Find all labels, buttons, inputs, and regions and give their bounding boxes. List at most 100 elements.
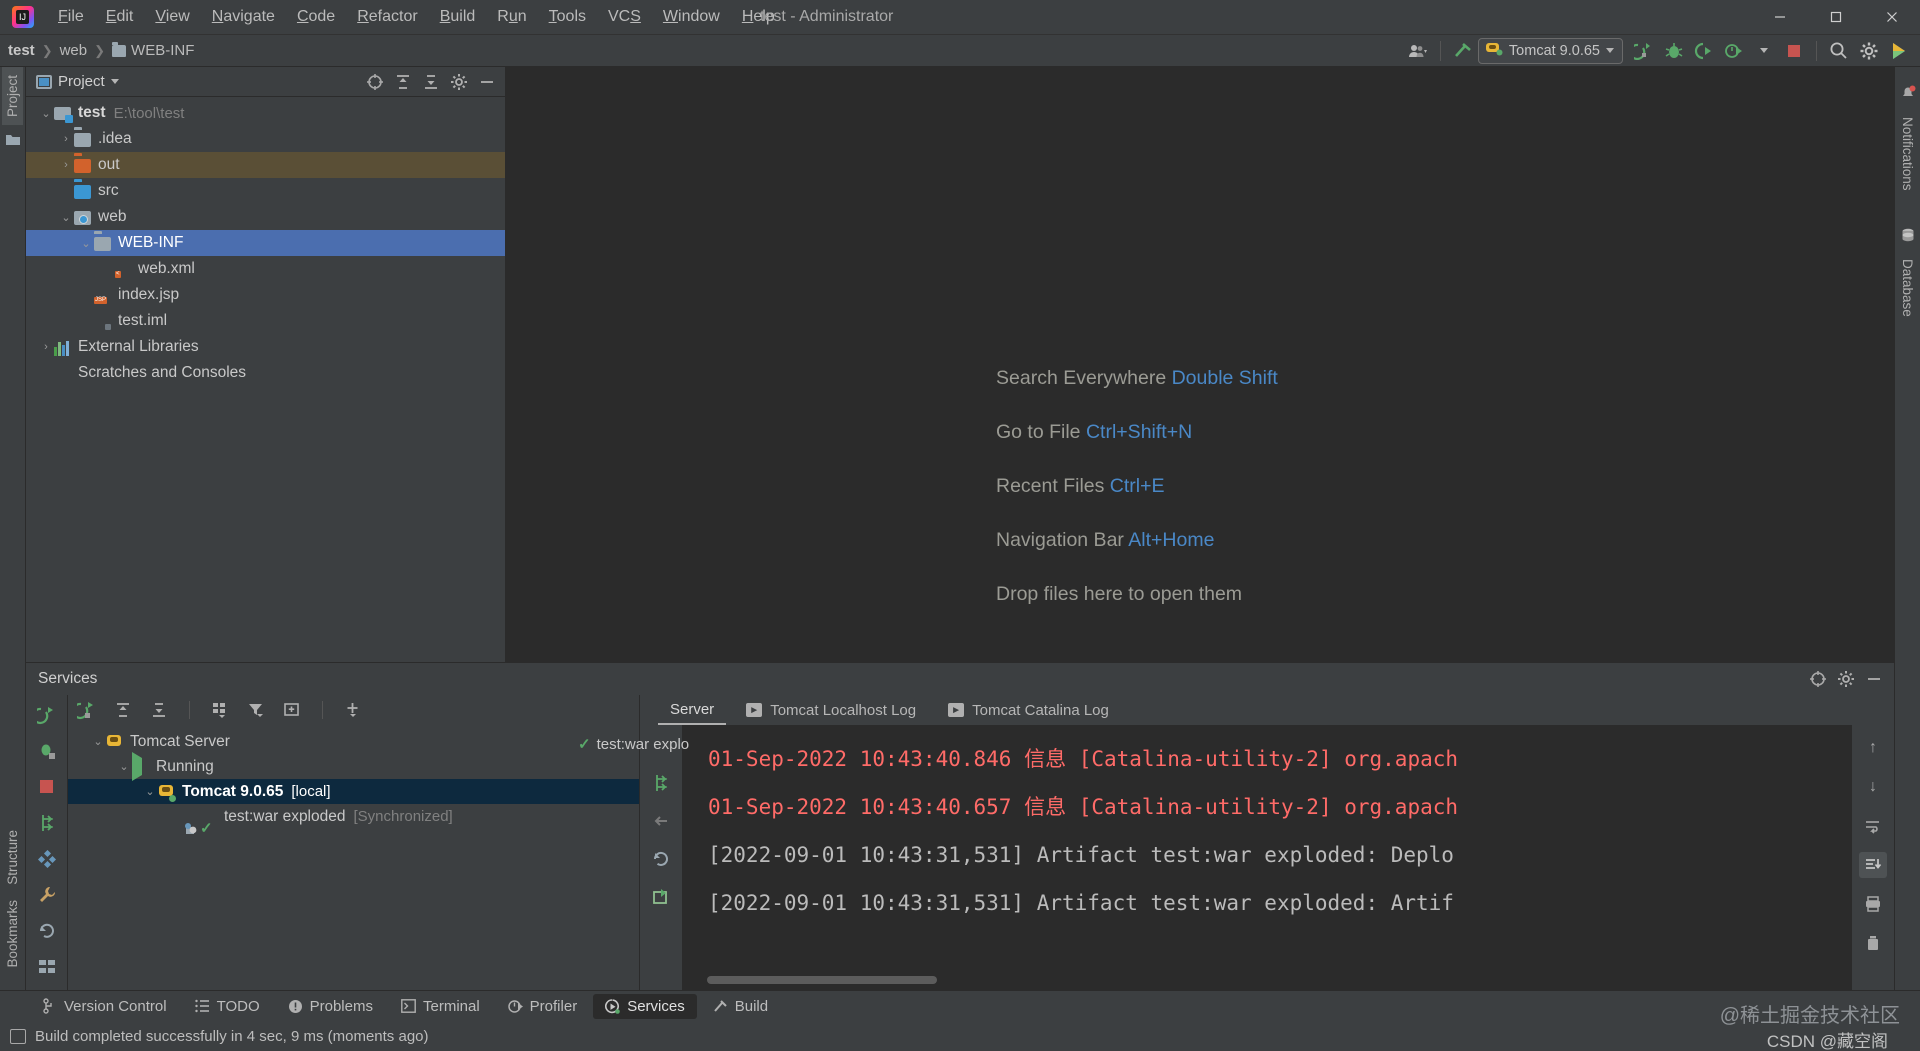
tree-node-scratches-and-consoles[interactable]: Scratches and Consoles <box>26 360 505 386</box>
menu-file[interactable]: File <box>48 4 94 30</box>
debug-icon[interactable] <box>34 739 60 763</box>
menu-refactor[interactable]: Refactor <box>347 4 427 30</box>
print-icon[interactable] <box>1859 891 1887 917</box>
sidebar-item-project[interactable]: Project <box>2 67 23 126</box>
chevron-down-icon[interactable]: ⌄ <box>78 237 94 250</box>
rerun-icon[interactable] <box>74 698 100 722</box>
sidebar-item-bookmarks[interactable]: Bookmarks <box>2 892 23 976</box>
rerun-icon[interactable] <box>34 703 60 727</box>
chevron-right-icon[interactable]: › <box>38 341 54 353</box>
collapse-all-icon[interactable] <box>419 71 443 93</box>
add-tab-icon[interactable] <box>279 698 305 722</box>
run-icon[interactable] <box>1629 38 1659 64</box>
hide-panel-icon[interactable] <box>1862 668 1886 690</box>
menu-edit[interactable]: Edit <box>96 4 144 30</box>
restart-icon[interactable] <box>648 847 674 871</box>
bottom-tab-profiler[interactable]: Profiler <box>496 994 590 1019</box>
menu-vcs[interactable]: VCS <box>598 4 651 30</box>
maximize-button[interactable] <box>1808 0 1864 35</box>
chevron-down-icon[interactable]: ⌄ <box>58 211 74 224</box>
run-with-coverage-icon[interactable] <box>1689 38 1719 64</box>
stop-icon[interactable] <box>1779 38 1809 64</box>
chevron-down-icon[interactable] <box>1749 38 1779 64</box>
wrench-icon[interactable] <box>34 883 60 907</box>
menu-navigate[interactable]: Navigate <box>202 4 285 30</box>
deploy-icon[interactable] <box>34 811 60 835</box>
structure-icon[interactable] <box>34 847 60 871</box>
menu-build[interactable]: Build <box>430 4 486 30</box>
stop-icon[interactable] <box>34 775 60 799</box>
services-node-running[interactable]: ⌄ Running <box>68 751 639 781</box>
chevron-down-icon[interactable] <box>1606 48 1614 53</box>
trash-icon[interactable] <box>1859 930 1887 956</box>
bottom-tab-services[interactable]: Services <box>593 993 697 1019</box>
sidebar-item-database[interactable]: Database <box>1897 251 1918 325</box>
menu-window[interactable]: Window <box>653 4 730 30</box>
soft-wrap-icon[interactable] <box>1859 813 1887 839</box>
bottom-tab-version-control[interactable]: Version Control <box>30 994 179 1019</box>
tree-node-index-jsp[interactable]: JSP index.jsp <box>26 282 505 308</box>
services-node-test-war-exploded[interactable]: ✓ test:war exploded [Synchronized] <box>68 804 639 837</box>
chevron-right-icon[interactable]: › <box>58 159 74 171</box>
log-output[interactable]: 01-Sep-2022 10:43:40.846 信息 [Catalina-ut… <box>682 725 1852 990</box>
chevron-down-icon[interactable] <box>110 79 119 84</box>
grid-icon[interactable] <box>34 955 60 979</box>
hide-panel-icon[interactable] <box>475 71 499 93</box>
tree-node--idea[interactable]: › .idea <box>26 126 505 152</box>
chevron-down-icon[interactable]: ⌄ <box>116 760 132 773</box>
sidebar-item-structure[interactable]: Structure <box>2 822 23 893</box>
tree-node-web-inf[interactable]: ⌄ WEB-INF <box>26 230 505 256</box>
menu-view[interactable]: View <box>145 4 199 30</box>
services-node-tomcat-9-0-65[interactable]: ⌄ Tomcat 9.0.65 [local] <box>68 779 639 804</box>
deploy-artifact-icon[interactable] <box>648 885 674 909</box>
bottom-tab-terminal[interactable]: Terminal <box>389 994 492 1019</box>
breadcrumb-item-project[interactable]: test <box>8 42 35 59</box>
user-settings-icon[interactable] <box>1403 38 1433 64</box>
editor-area[interactable]: Search Everywhere Double Shift Go to File… <box>506 67 1894 662</box>
group-icon[interactable] <box>207 698 233 722</box>
tree-node-src[interactable]: src <box>26 178 505 204</box>
project-tree[interactable]: ⌄ test E:\tool\test › .idea › out src ⌄ web ⌄ WEB-I… <box>26 97 505 662</box>
tree-node-web-xml[interactable]: < web.xml <box>26 256 505 282</box>
chevron-down-icon[interactable]: ⌄ <box>142 785 158 798</box>
run-configuration-selector[interactable]: Tomcat 9.0.65 <box>1477 37 1623 64</box>
add-icon[interactable] <box>340 698 366 722</box>
scroll-up-icon[interactable]: ↑ <box>1859 735 1887 761</box>
services-tree[interactable]: ⌄ Tomcat Server ⌄ Running ⌄ Tomcat 9.0.65 [loc… <box>68 725 640 990</box>
tree-node-test-iml[interactable]: test.iml <box>26 308 505 334</box>
breadcrumb-item-webinf[interactable]: WEB-INF <box>131 42 194 59</box>
expand-all-icon[interactable] <box>391 71 415 93</box>
chevron-down-icon[interactable]: ⌄ <box>90 735 106 748</box>
bottom-tab-todo[interactable]: TODO <box>183 994 272 1019</box>
expand-all-icon[interactable] <box>110 698 136 722</box>
settings-gear-icon[interactable] <box>1854 38 1884 64</box>
database-icon[interactable] <box>1897 219 1919 251</box>
scroll-to-end-icon[interactable] <box>1859 852 1887 878</box>
bottom-tab-problems[interactable]: Problems <box>276 994 385 1019</box>
menu-bar[interactable]: File Edit View Navigate Code Refactor Bu… <box>48 4 785 30</box>
log-horizontal-scrollbar[interactable] <box>707 976 937 984</box>
tree-node-out[interactable]: › out <box>26 152 505 178</box>
notification-bell-icon[interactable] <box>1897 77 1919 109</box>
tree-node-web[interactable]: ⌄ web <box>26 204 505 230</box>
ide-feedback-icon[interactable] <box>1884 38 1914 64</box>
minimize-button[interactable] <box>1752 0 1808 35</box>
breadcrumb-item-web[interactable]: web <box>60 42 88 59</box>
collapse-all-icon[interactable] <box>146 698 172 722</box>
menu-code[interactable]: Code <box>287 4 345 30</box>
tree-node-external-libraries[interactable]: › External Libraries <box>26 334 505 360</box>
services-tabs[interactable]: Server ► Tomcat Localhost Log ► Tomcat Catal… <box>640 695 1121 725</box>
target-icon[interactable] <box>1806 668 1830 690</box>
filter-icon[interactable] <box>243 698 269 722</box>
search-icon[interactable] <box>1824 38 1854 64</box>
debug-icon[interactable] <box>1659 38 1689 64</box>
settings-gear-icon[interactable] <box>447 71 471 93</box>
services-node-tomcat-server[interactable]: ⌄ Tomcat Server <box>68 729 639 754</box>
services-tab-server[interactable]: Server <box>658 695 727 725</box>
tree-node-test[interactable]: ⌄ test E:\tool\test <box>26 100 505 126</box>
menu-tools[interactable]: Tools <box>539 4 596 30</box>
redeploy-icon[interactable] <box>648 771 674 795</box>
hammer-build-icon[interactable] <box>1448 38 1478 64</box>
select-opened-file-icon[interactable] <box>363 71 387 93</box>
services-tab-tomcat-catalina-log[interactable]: ► Tomcat Catalina Log <box>936 695 1121 725</box>
